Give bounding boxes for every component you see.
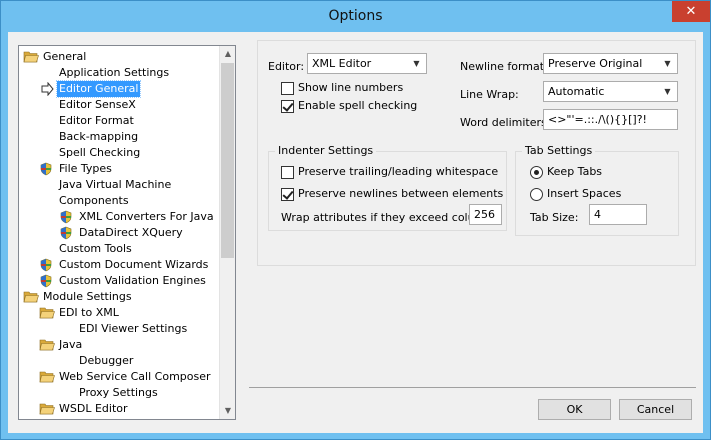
tree-item-label: Web Service Call Composer [59, 370, 211, 383]
wrap-column-input[interactable]: 256 [469, 204, 502, 225]
show-line-numbers-label: Show line numbers [298, 81, 404, 94]
tree-item-label: Debugger [79, 354, 134, 367]
tab-settings-group: Tab Settings Keep Tabs Insert Spaces Tab… [515, 144, 679, 236]
folder-open-icon [39, 306, 55, 320]
shield-icon [39, 258, 55, 272]
tree-item-label: Editor General [55, 80, 142, 98]
preserve-newlines-label: Preserve newlines between elements [298, 187, 504, 200]
folder-open-icon [23, 50, 39, 64]
line-wrap-label: Line Wrap: [460, 88, 519, 101]
shield-icon [39, 274, 55, 288]
tree-item-label: Application Settings [59, 66, 170, 79]
word-delimiters-label: Word delimiters: [460, 116, 551, 129]
scroll-up-icon[interactable]: ▲ [220, 46, 235, 62]
tab-size-label: Tab Size: [530, 211, 579, 224]
editor-general-panel: Editor: XML Editor ▼ Show line numbers E… [257, 40, 696, 266]
insert-spaces-radio[interactable] [530, 188, 543, 201]
preserve-newlines-checkbox[interactable] [281, 188, 294, 201]
word-delimiters-input[interactable]: <>"'=.::./\(){}[]?! [543, 109, 678, 130]
tree-item-label: Spell Checking [59, 146, 141, 159]
tab-settings-title: Tab Settings [522, 144, 596, 157]
keep-tabs-radio[interactable] [530, 166, 543, 179]
folder-open-icon [39, 338, 55, 352]
folder-open-icon [23, 290, 39, 304]
shield-icon [59, 226, 75, 240]
tab-size-input[interactable]: 4 [589, 204, 647, 225]
tree-item-label: Back-mapping [59, 130, 139, 143]
tree-item-label: Custom Validation Engines [59, 274, 206, 287]
shield-icon [59, 210, 75, 224]
keep-tabs-label: Keep Tabs [547, 165, 603, 178]
newline-format-select[interactable]: Preserve Original ▼ [543, 53, 678, 74]
line-wrap-select[interactable]: Automatic ▼ [543, 81, 678, 102]
folder-open-icon [39, 402, 55, 416]
scroll-down-icon[interactable]: ▼ [220, 403, 235, 419]
ok-button[interactable]: OK [538, 399, 611, 420]
tree-item-label: Module Settings [43, 290, 132, 303]
options-tree[interactable]: General Application Settings Editor Genera… [18, 45, 236, 420]
tree-scrollbar[interactable]: ▲ ▼ [219, 46, 235, 419]
tree-item-label: File Types [59, 162, 112, 175]
tree-item-label: General [43, 50, 87, 63]
tree-item-label: XML Converters For Java [79, 210, 214, 223]
newline-format-label: Newline format: [460, 60, 548, 73]
tree-item-label: Editor SenseX [59, 98, 136, 111]
folder-open-icon [39, 370, 55, 384]
cancel-button[interactable]: Cancel [619, 399, 692, 420]
tree-item-label: Java [59, 338, 83, 351]
tree-item-label: Proxy Settings [79, 386, 158, 399]
tree-item-label: Components [59, 194, 129, 207]
close-button[interactable]: ✕ [672, 1, 710, 22]
editor-select[interactable]: XML Editor ▼ [307, 53, 427, 74]
dialog-client-area: General Application Settings Editor Genera… [8, 32, 703, 433]
tree-item-label: WSDL Editor [59, 402, 128, 415]
indenter-settings-title: Indenter Settings [275, 144, 377, 157]
chevron-down-icon: ▼ [664, 59, 671, 68]
scroll-thumb[interactable] [221, 63, 234, 258]
chevron-down-icon: ▼ [413, 59, 420, 68]
window-title: Options [328, 8, 383, 24]
tree-item-label: Custom Tools [59, 242, 132, 255]
insert-spaces-label: Insert Spaces [547, 187, 622, 200]
wrap-attributes-label: Wrap attributes if they exceed column [281, 211, 493, 224]
tree-item-label: EDI Viewer Settings [79, 322, 188, 335]
preserve-whitespace-label: Preserve trailing/leading whitespace [298, 165, 499, 178]
shield-icon [39, 162, 55, 176]
close-icon: ✕ [685, 4, 697, 19]
tree-item-label: DataDirect XQuery [79, 226, 183, 239]
chevron-down-icon: ▼ [664, 87, 671, 96]
tree-item-label: Custom Document Wizards [59, 258, 209, 271]
title-bar[interactable]: Options ✕ [1, 1, 710, 32]
preserve-whitespace-checkbox[interactable] [281, 166, 294, 179]
indenter-settings-group: Indenter Settings Preserve trailing/lead… [268, 144, 507, 231]
editor-label: Editor: [268, 60, 305, 73]
tree-item-label: Java Virtual Machine [59, 178, 172, 191]
spell-check-checkbox[interactable] [281, 100, 294, 113]
options-window: Options ✕ General Application Settings Edi… [0, 0, 711, 440]
tree-item-label: EDI to XML [59, 306, 119, 319]
tree-item-label: WSDL Details [77, 417, 155, 419]
show-line-numbers-checkbox[interactable] [281, 82, 294, 95]
tree-item-label: Editor Format [59, 114, 134, 127]
spell-check-label: Enable spell checking [298, 99, 418, 112]
arrow-icon [39, 81, 55, 97]
bottom-divider [249, 387, 696, 388]
